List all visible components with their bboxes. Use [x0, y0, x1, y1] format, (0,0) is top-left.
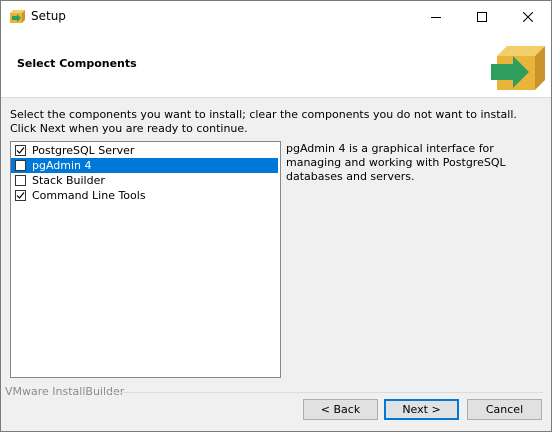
components-list[interactable]: PostgreSQL Server pgAdmin 4 Stack Builde…: [10, 141, 281, 378]
title-bar: Setup: [1, 1, 551, 32]
maximize-button[interactable]: [459, 1, 505, 32]
minimize-icon: [431, 16, 441, 18]
instructions-text: Select the components you want to instal…: [10, 108, 517, 135]
checkbox[interactable]: [15, 160, 26, 171]
footer-divider: [111, 392, 543, 393]
close-button[interactable]: [505, 1, 551, 32]
component-item-selected[interactable]: pgAdmin 4: [11, 158, 278, 173]
brand-label: VMware InstallBuilder: [5, 385, 125, 398]
minimize-button[interactable]: [413, 1, 459, 32]
component-label: pgAdmin 4: [32, 159, 92, 172]
setup-window: Setup Select Components Select the compo…: [0, 0, 552, 432]
next-button[interactable]: Next >: [384, 399, 459, 420]
header-panel: Select Components: [1, 32, 551, 98]
checkmark-icon: [16, 192, 25, 199]
component-description: pgAdmin 4 is a graphical interface for m…: [286, 142, 506, 183]
component-label: Command Line Tools: [32, 189, 146, 202]
window-title: Setup: [31, 9, 66, 23]
checkbox[interactable]: [15, 190, 26, 201]
component-item[interactable]: Command Line Tools: [11, 188, 278, 203]
component-item[interactable]: PostgreSQL Server: [11, 143, 278, 158]
page-title: Select Components: [17, 57, 137, 70]
checkbox[interactable]: [15, 145, 26, 156]
checkbox[interactable]: [15, 175, 26, 186]
cancel-button[interactable]: Cancel: [467, 399, 542, 420]
component-item[interactable]: Stack Builder: [11, 173, 278, 188]
component-label: Stack Builder: [32, 174, 105, 187]
checkmark-icon: [16, 147, 25, 154]
component-label: PostgreSQL Server: [32, 144, 135, 157]
installer-box-icon: [10, 10, 25, 23]
installer-box-arrow-icon: [491, 46, 545, 90]
close-icon: [523, 11, 533, 22]
back-button[interactable]: < Back: [303, 399, 378, 420]
maximize-icon: [477, 11, 487, 22]
